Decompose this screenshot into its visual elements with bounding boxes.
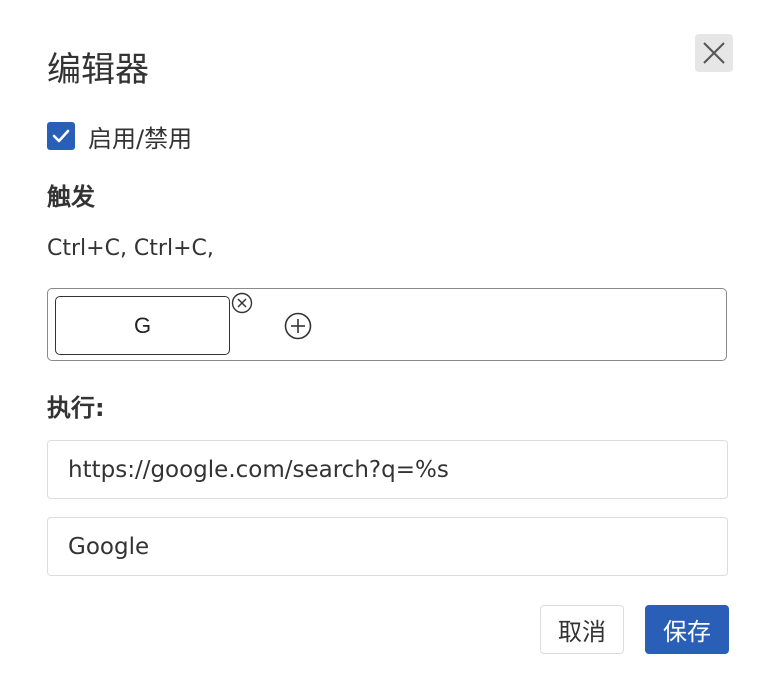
name-input[interactable] — [47, 517, 728, 576]
trigger-heading: 触发 — [47, 183, 95, 211]
save-button[interactable]: 保存 — [645, 605, 729, 654]
cancel-button[interactable]: 取消 — [540, 605, 624, 654]
url-input[interactable] — [47, 440, 728, 499]
key-chip[interactable]: G — [55, 296, 230, 355]
trigger-keys-text: Ctrl+C, Ctrl+C, — [47, 236, 214, 261]
execute-heading: 执行: — [47, 394, 105, 422]
key-input-box[interactable]: G — [47, 288, 727, 361]
circle-x-icon[interactable] — [231, 292, 253, 314]
enable-label: 启用/禁用 — [88, 124, 193, 153]
checkmark-icon — [51, 126, 71, 146]
enable-checkbox[interactable] — [47, 122, 75, 150]
close-button[interactable] — [695, 34, 733, 72]
dialog-title: 编辑器 — [47, 50, 149, 90]
close-icon — [702, 41, 726, 65]
enable-toggle-row[interactable]: 启用/禁用 — [47, 118, 192, 154]
circle-plus-icon[interactable] — [284, 312, 312, 340]
editor-dialog: 编辑器 启用/禁用 触发 Ctrl+C, Ctrl+C, G 执行: https… — [0, 0, 777, 688]
